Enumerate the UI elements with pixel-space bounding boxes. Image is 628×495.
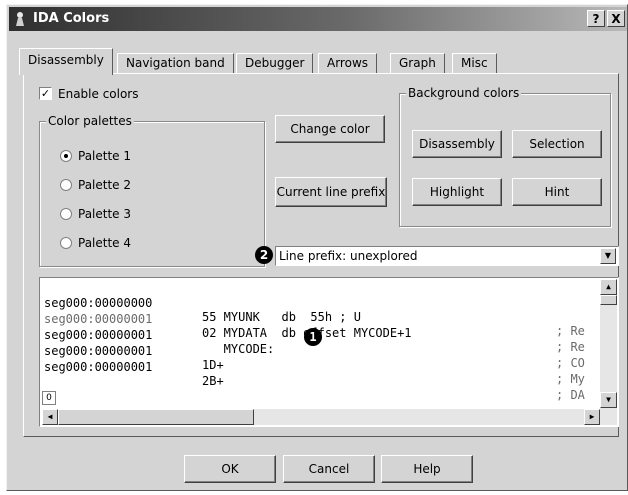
tab-debugger[interactable]: Debugger bbox=[236, 53, 314, 74]
tab-graph[interactable]: Graph bbox=[390, 53, 445, 74]
callout-marker-1: 1 bbox=[304, 328, 322, 346]
palette-2-label[interactable]: Palette 2 bbox=[78, 178, 131, 192]
ida-colors-dialog: IDA Colors ? X Disassembly Navigation ba… bbox=[6, 4, 628, 491]
code-comment: ; CO bbox=[556, 356, 585, 370]
horizontal-scroll-thumb[interactable] bbox=[58, 409, 254, 425]
disassembly-preview[interactable]: seg000:00000000 55 MYUNK db 55h ; U ; Re… bbox=[39, 277, 619, 427]
code-text: 2B+ bbox=[202, 374, 224, 388]
palette-3-label[interactable]: Palette 3 bbox=[78, 207, 131, 221]
palette-4-radio[interactable] bbox=[60, 237, 72, 249]
code-line: seg000:00000000 55 MYUNK db 55h ; U ; Re bbox=[44, 282, 585, 338]
color-palettes-title: Color palettes bbox=[46, 114, 134, 128]
tab-misc[interactable]: Misc bbox=[452, 53, 497, 74]
code-comment: ; My bbox=[556, 372, 585, 386]
scroll-left-icon[interactable]: ◀ bbox=[42, 409, 58, 425]
background-highlight-button[interactable]: Highlight bbox=[412, 178, 502, 206]
code-text: 1D+ bbox=[202, 358, 224, 372]
change-color-button[interactable]: Change color bbox=[275, 115, 385, 143]
code-text: MYCODE: bbox=[202, 342, 275, 356]
close-title-button[interactable]: X bbox=[607, 10, 625, 27]
chevron-down-icon[interactable]: ▼ bbox=[600, 248, 616, 264]
palette-2-radio[interactable] bbox=[60, 179, 72, 191]
code-comment: ; Re bbox=[556, 340, 585, 354]
palette-1-radio[interactable] bbox=[60, 150, 72, 162]
cancel-button[interactable]: Cancel bbox=[283, 455, 375, 483]
tab-navigation-band[interactable]: Navigation band bbox=[117, 53, 234, 74]
scroll-up-icon[interactable]: ▲ bbox=[600, 279, 617, 295]
callout-marker-2: 2 bbox=[255, 246, 273, 264]
ok-button[interactable]: OK bbox=[184, 455, 276, 483]
position-indicator: 0 bbox=[42, 391, 56, 405]
color-palettes-group: Color palettes Palette 1 Palette 2 Palet… bbox=[39, 114, 265, 267]
code-address: seg000:00000001 bbox=[44, 360, 153, 374]
ida-app-icon bbox=[16, 12, 24, 26]
vertical-scroll-thumb[interactable] bbox=[600, 295, 617, 305]
color-item-select-value: Line prefix: unexplored bbox=[279, 249, 418, 263]
background-selection-button[interactable]: Selection bbox=[512, 130, 602, 158]
window-title: IDA Colors bbox=[33, 11, 110, 26]
help-title-button[interactable]: ? bbox=[587, 10, 605, 27]
vertical-scrollbar[interactable]: ▲ ▼ bbox=[600, 279, 617, 409]
background-colors-title: Background colors bbox=[406, 86, 522, 100]
palette-4-label[interactable]: Palette 4 bbox=[78, 236, 131, 250]
background-hint-button[interactable]: Hint bbox=[512, 178, 602, 206]
palette-3-radio[interactable] bbox=[60, 208, 72, 220]
scroll-down-icon[interactable]: ▼ bbox=[600, 392, 617, 408]
tab-disassembly[interactable]: Disassembly bbox=[19, 48, 113, 75]
enable-colors-label[interactable]: Enable colors bbox=[58, 87, 139, 101]
code-comment: ; DA bbox=[556, 388, 585, 402]
scroll-right-icon[interactable]: ▶ bbox=[584, 409, 600, 425]
background-disassembly-button[interactable]: Disassembly bbox=[412, 130, 502, 158]
code-line: seg000:00000001 02 MYDATA db offset MYCO… bbox=[44, 298, 585, 354]
code-line: seg000:00000001 1D+ ; My bbox=[44, 330, 585, 386]
code-comment: ; Re bbox=[556, 324, 585, 338]
current-line-prefix-button[interactable]: Current line prefix bbox=[275, 177, 387, 207]
title-bar: IDA Colors ? X bbox=[9, 7, 627, 31]
horizontal-scrollbar[interactable]: ◀ ▶ bbox=[42, 409, 617, 425]
code-line: seg000:00000001 2B+ ; DA bbox=[44, 346, 585, 402]
code-text: 55 MYUNK db 55h ; U bbox=[202, 310, 361, 324]
tab-arrows[interactable]: Arrows bbox=[318, 53, 378, 74]
color-item-select[interactable]: Line prefix: unexplored ▼ bbox=[275, 246, 619, 266]
background-colors-group: Background colors Disassembly Selection … bbox=[399, 86, 611, 227]
palette-1-label[interactable]: Palette 1 bbox=[78, 149, 131, 163]
code-line: seg000:00000001 MYCODE: ; CO bbox=[44, 314, 585, 370]
help-button[interactable]: Help bbox=[381, 455, 473, 483]
enable-colors-checkbox[interactable]: ✓ bbox=[39, 87, 52, 100]
